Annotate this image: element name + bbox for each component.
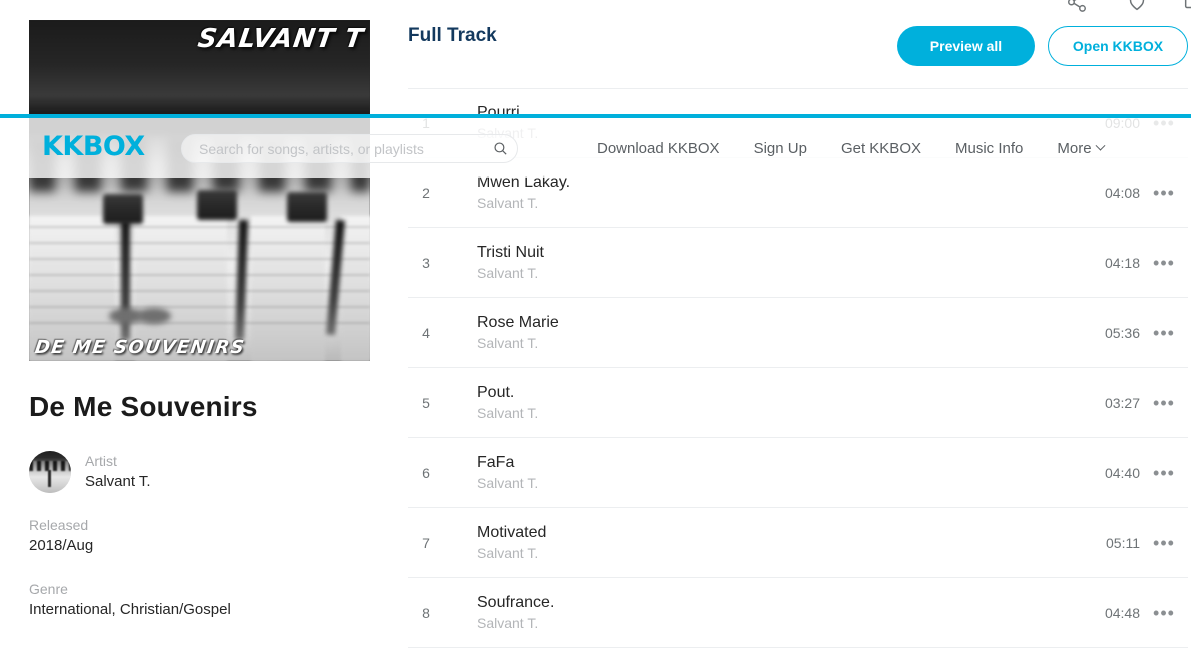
track-row[interactable]: 6 FaFa Salvant T. 04:40 ••• xyxy=(408,438,1188,508)
track-info: Pout. Salvant T. xyxy=(444,382,1080,423)
nav-item-music-info[interactable]: Music Info xyxy=(938,140,1040,157)
track-more-button[interactable]: ••• xyxy=(1140,464,1188,482)
track-duration: 03:27 xyxy=(1104,394,1140,411)
track-more-button[interactable]: ••• xyxy=(1140,254,1188,272)
track-number: 4 xyxy=(422,324,430,341)
track-more-button[interactable]: ••• xyxy=(1140,394,1188,412)
track-title[interactable]: Motivated xyxy=(477,522,1080,544)
track-number: 8 xyxy=(422,604,430,621)
track-info: Rose Marie Salvant T. xyxy=(444,312,1080,353)
track-row[interactable]: 5 Pout. Salvant T. 03:27 ••• xyxy=(408,368,1188,438)
search-input[interactable] xyxy=(182,140,483,157)
track-more-button[interactable]: ••• xyxy=(1140,604,1188,622)
save-icon[interactable] xyxy=(1182,0,1191,13)
track-number: 2 xyxy=(422,184,430,201)
released-group: Released 2018/Aug xyxy=(29,515,370,557)
cover-fader-cap xyxy=(197,190,237,220)
nav-item-label: Music Info xyxy=(955,139,1024,157)
track-title[interactable]: Rose Marie xyxy=(477,312,1080,334)
top-icon-strip xyxy=(1060,0,1191,14)
track-number: 6 xyxy=(422,464,430,481)
share-icon[interactable] xyxy=(1066,0,1088,13)
track-title[interactable]: Tristi Nuit xyxy=(477,242,1080,264)
action-buttons: Preview all Open KKBOX xyxy=(897,26,1188,66)
track-number: 5 xyxy=(422,394,430,411)
track-duration: 04:08 xyxy=(1104,184,1140,201)
track-info: FaFa Salvant T. xyxy=(444,452,1080,493)
track-duration: 04:18 xyxy=(1104,254,1140,271)
track-title[interactable]: Pout. xyxy=(477,382,1080,404)
search-box[interactable] xyxy=(181,134,518,163)
nav-item-get-kkbox[interactable]: Get KKBOX xyxy=(824,140,938,157)
artist-name[interactable]: Salvant T. xyxy=(85,471,151,493)
track-artist[interactable]: Salvant T. xyxy=(477,404,1080,424)
nav-item-more[interactable]: More xyxy=(1040,140,1120,157)
track-info: Tristi Nuit Salvant T. xyxy=(444,242,1080,283)
track-info: Motivated Salvant T. xyxy=(444,522,1080,563)
album-page: SALVANT T DE ME SOUVENIRS De Me Souvenir… xyxy=(0,0,1191,656)
artist-text: Artist Salvant T. xyxy=(85,451,151,493)
cover-album-graffiti: DE ME SOUVENIRS xyxy=(33,337,247,358)
nav-item-label: More xyxy=(1057,139,1092,157)
chevron-down-icon xyxy=(1095,140,1105,151)
track-duration: 04:40 xyxy=(1104,464,1140,481)
track-duration: 05:36 xyxy=(1104,324,1140,341)
track-artist[interactable]: Salvant T. xyxy=(477,474,1080,494)
nav-item-label: Sign Up xyxy=(753,139,807,157)
artist-label: Artist xyxy=(85,453,117,469)
cover-scale-lines xyxy=(29,226,370,336)
heart-icon[interactable] xyxy=(1126,0,1148,13)
track-more-button[interactable]: ••• xyxy=(1140,324,1188,342)
album-cover[interactable]: SALVANT T DE ME SOUVENIRS xyxy=(29,20,370,361)
nav-item-label: Get KKBOX xyxy=(840,139,921,157)
cover-knob xyxy=(137,308,171,324)
avatar[interactable] xyxy=(29,451,71,494)
cover-fader-cap xyxy=(287,192,327,222)
open-kkbox-button[interactable]: Open KKBOX xyxy=(1048,26,1188,66)
track-title[interactable]: FaFa xyxy=(477,452,1080,474)
track-row[interactable]: 8 Soufrance. Salvant T. 04:48 ••• xyxy=(408,578,1188,648)
track-artist[interactable]: Salvant T. xyxy=(477,264,1080,284)
track-duration: 04:48 xyxy=(1104,604,1140,621)
track-more-button[interactable]: ••• xyxy=(1140,534,1188,552)
track-row[interactable]: 3 Tristi Nuit Salvant T. 04:18 ••• xyxy=(408,228,1188,298)
released-label: Released xyxy=(29,517,89,534)
search-icon[interactable] xyxy=(483,140,517,157)
genre-value[interactable]: International, Christian/Gospel xyxy=(29,599,370,621)
section-title: Full Track xyxy=(408,25,497,46)
track-number: 3 xyxy=(422,254,430,271)
artist-block[interactable]: Artist Salvant T. xyxy=(29,451,370,494)
track-row[interactable]: 7 Motivated Salvant T. 05:11 ••• xyxy=(408,508,1188,578)
track-artist[interactable]: Salvant T. xyxy=(477,614,1080,634)
kkbox-logo[interactable]: KKBOX xyxy=(42,131,145,162)
track-artist[interactable]: Salvant T. xyxy=(477,194,1080,214)
released-value: 2018/Aug xyxy=(29,537,94,555)
nav-item-download-kkbox[interactable]: Download KKBOX xyxy=(580,140,737,157)
album-info-panel: SALVANT T DE ME SOUVENIRS De Me Souvenir… xyxy=(29,20,370,621)
avatar-fader xyxy=(48,470,51,488)
track-panel: Full Track Preview all Open KKBOX 1Pourr… xyxy=(408,0,1191,656)
genre-group: Genre International, Christian/Gospel xyxy=(29,579,370,621)
track-artist[interactable]: Salvant T. xyxy=(477,544,1080,564)
nav-item-label: Download KKBOX xyxy=(597,139,720,157)
track-artist[interactable]: Salvant T. xyxy=(477,334,1080,354)
cover-artist-graffiti: SALVANT T xyxy=(196,24,367,54)
site-header: KKBOX Download KKBOX Sign Up Get KKBOX Musi… xyxy=(0,114,1191,178)
track-duration: 05:11 xyxy=(1106,534,1140,551)
nav-item-sign-up[interactable]: Sign Up xyxy=(737,140,824,157)
cover-fader-cap xyxy=(103,194,143,224)
track-number: 7 xyxy=(422,534,430,551)
track-row[interactable]: 4 Rose Marie Salvant T. 05:36 ••• xyxy=(408,298,1188,368)
track-title[interactable]: Soufrance. xyxy=(477,592,1080,614)
track-more-button[interactable]: ••• xyxy=(1140,184,1188,202)
page-title: De Me Souvenirs xyxy=(29,391,258,422)
preview-all-button[interactable]: Preview all xyxy=(897,26,1035,66)
track-info: Mwen Lakay. Salvant T. xyxy=(444,172,1080,213)
main-nav: Download KKBOX Sign Up Get KKBOX Music Info… xyxy=(580,118,1121,178)
track-info: Soufrance. Salvant T. xyxy=(444,592,1080,633)
genre-label: Genre xyxy=(29,581,68,598)
